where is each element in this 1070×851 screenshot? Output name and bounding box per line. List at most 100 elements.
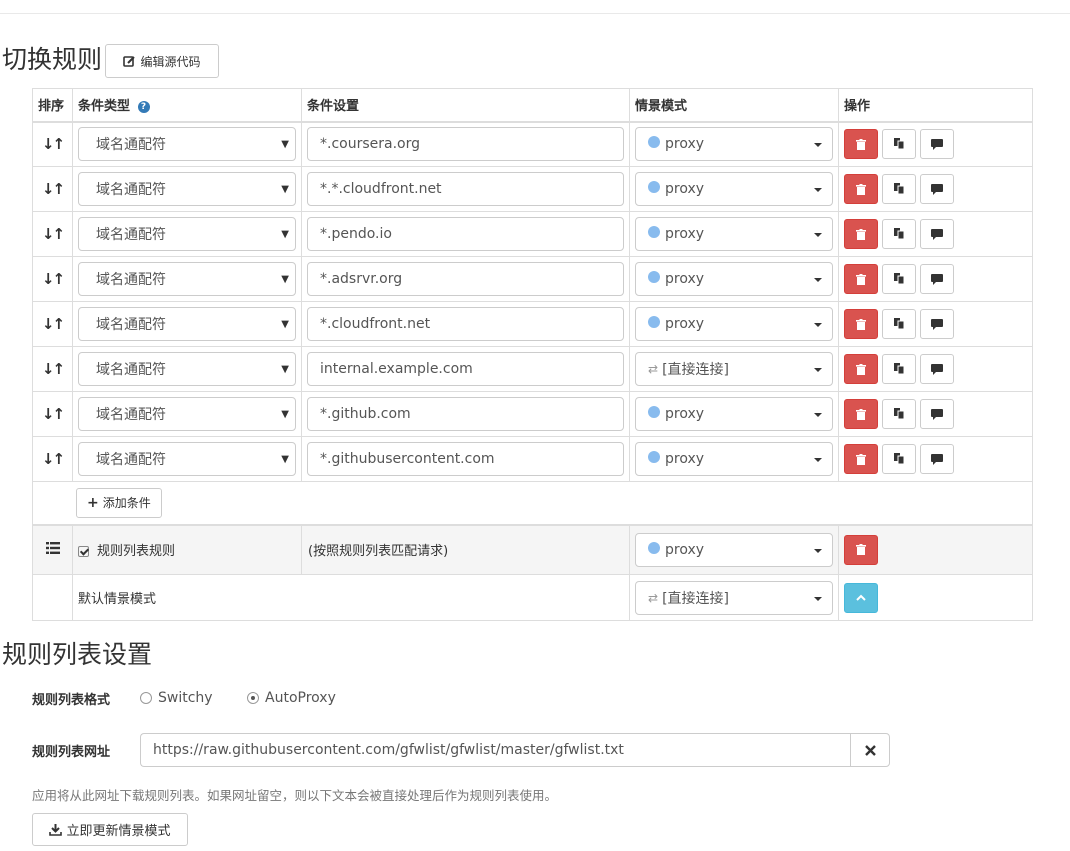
- rule-list-icon-cell: [32, 524, 73, 575]
- condition-pattern-input[interactable]: *.coursera.org: [307, 127, 624, 162]
- delete-condition-button[interactable]: [844, 444, 878, 474]
- switch-rules-title: 切换规则: [2, 45, 103, 74]
- delete-rule-list-button[interactable]: [844, 534, 878, 565]
- condition-pattern-input[interactable]: *.cloudfront.net: [307, 307, 624, 341]
- profile-select[interactable]: proxy: [635, 442, 833, 476]
- collapse-button[interactable]: [844, 582, 878, 613]
- condition-pattern-input[interactable]: *.pendo.io: [307, 217, 624, 251]
- condition-type-select[interactable]: 域名通配符 ▼: [78, 127, 296, 162]
- url-label: 规则列表网址: [32, 745, 111, 760]
- sort-handle-icon[interactable]: ↓↑: [42, 180, 65, 198]
- condition-type-select[interactable]: 域名通配符 ▼: [78, 442, 296, 476]
- delete-condition-button[interactable]: [844, 354, 878, 384]
- condition-type-select[interactable]: 域名通配符 ▼: [78, 172, 296, 206]
- clone-condition-button[interactable]: [882, 309, 916, 339]
- condition-pattern-input[interactable]: *.github.com: [307, 397, 624, 431]
- condition-type-select[interactable]: 域名通配符 ▼: [78, 352, 296, 386]
- delete-condition-button[interactable]: [844, 309, 878, 339]
- delete-condition-button[interactable]: [844, 174, 878, 204]
- default-profile-select[interactable]: ⇄ [直接连接]: [635, 580, 833, 615]
- sort-handle-icon[interactable]: ↓↑: [42, 225, 65, 243]
- copy-icon: [893, 228, 904, 240]
- rule-list-profile-select[interactable]: proxy: [635, 532, 833, 567]
- condition-pattern-input[interactable]: *.*.cloudfront.net: [307, 172, 624, 206]
- trash-icon: [856, 318, 866, 330]
- delete-condition-button[interactable]: [844, 399, 878, 429]
- globe-icon: [648, 541, 660, 554]
- note-condition-button[interactable]: [920, 354, 954, 384]
- table-row: ↓↑ 域名通配符 ▼ *.githubusercontent.com proxy: [32, 436, 1033, 482]
- note-condition-button[interactable]: [920, 219, 954, 249]
- note-condition-button[interactable]: [920, 444, 954, 474]
- update-profile-button[interactable]: 立即更新情景模式: [32, 813, 188, 846]
- comment-icon: [931, 318, 943, 330]
- clear-url-button[interactable]: [850, 733, 890, 767]
- format-option-switchy[interactable]: Switchy: [140, 690, 213, 706]
- radio-switchy[interactable]: [140, 692, 152, 704]
- profile-select[interactable]: proxy: [635, 172, 833, 206]
- header-actions: 操作: [838, 88, 1033, 123]
- profile-select[interactable]: ⇄ [直接连接]: [635, 352, 833, 386]
- copy-icon: [893, 363, 904, 375]
- condition-type-select[interactable]: 域名通配符 ▼: [78, 307, 296, 341]
- note-condition-button[interactable]: [920, 174, 954, 204]
- globe-icon: [648, 136, 660, 149]
- comment-icon: [931, 408, 943, 420]
- profile-select[interactable]: proxy: [635, 127, 833, 162]
- sort-handle-icon[interactable]: ↓↑: [42, 405, 65, 423]
- chevron-down-icon: [814, 143, 822, 148]
- sort-handle-icon[interactable]: ↓↑: [42, 450, 65, 468]
- copy-icon: [893, 273, 904, 285]
- rule-list-url-input[interactable]: https://raw.githubusercontent.com/gfwlis…: [140, 733, 850, 767]
- condition-pattern-input[interactable]: internal.example.com: [307, 352, 624, 386]
- condition-pattern-input[interactable]: *.adsrvr.org: [307, 262, 624, 296]
- close-icon: [864, 744, 876, 756]
- add-condition-button[interactable]: + 添加条件: [76, 487, 162, 518]
- condition-pattern-input[interactable]: *.githubusercontent.com: [307, 442, 624, 476]
- note-condition-button[interactable]: [920, 129, 954, 160]
- clone-condition-button[interactable]: [882, 444, 916, 474]
- clone-condition-button[interactable]: [882, 399, 916, 429]
- caret-down-icon: ▼: [281, 409, 289, 420]
- default-profile-label: 默认情景模式: [72, 574, 630, 621]
- condition-type-select[interactable]: 域名通配符 ▼: [78, 262, 296, 296]
- rule-list-checkbox-cell: 规则列表规则: [72, 524, 302, 575]
- clone-condition-button[interactable]: [882, 174, 916, 204]
- profile-select[interactable]: proxy: [635, 217, 833, 251]
- sort-handle-icon[interactable]: ↓↑: [42, 315, 65, 333]
- profile-select[interactable]: proxy: [635, 397, 833, 431]
- clone-condition-button[interactable]: [882, 354, 916, 384]
- help-icon[interactable]: ?: [137, 100, 150, 113]
- format-option-autoproxy[interactable]: AutoProxy: [247, 690, 336, 706]
- sort-handle-icon[interactable]: ↓↑: [42, 270, 65, 288]
- profile-select[interactable]: proxy: [635, 262, 833, 296]
- note-condition-button[interactable]: [920, 264, 954, 294]
- clone-condition-button[interactable]: [882, 264, 916, 294]
- clone-condition-button[interactable]: [882, 129, 916, 160]
- sort-handle-icon[interactable]: ↓↑: [42, 135, 65, 153]
- url-hint: 应用将从此网址下载规则列表。如果网址留空，则以下文本会被直接处理后作为规则列表使…: [32, 788, 558, 803]
- trash-icon: [856, 363, 866, 375]
- condition-type-select[interactable]: 域名通配符 ▼: [78, 397, 296, 431]
- note-condition-button[interactable]: [920, 399, 954, 429]
- clone-condition-button[interactable]: [882, 219, 916, 249]
- header-condition-type: 条件类型 ?: [72, 88, 302, 123]
- format-label: 规则列表格式: [32, 693, 111, 708]
- table-row: ↓↑ 域名通配符 ▼ *.cloudfront.net proxy: [32, 301, 1033, 347]
- globe-icon: [648, 316, 660, 328]
- note-condition-button[interactable]: [920, 309, 954, 339]
- chevron-down-icon: [814, 323, 822, 327]
- delete-condition-button[interactable]: [844, 219, 878, 249]
- edit-source-button[interactable]: 编辑源代码: [105, 44, 219, 78]
- profile-select[interactable]: proxy: [635, 307, 833, 341]
- condition-type-select[interactable]: 域名通配符 ▼: [78, 217, 296, 251]
- delete-condition-button[interactable]: [844, 264, 878, 294]
- table-row: ↓↑ 域名通配符 ▼ *.coursera.org proxy: [32, 121, 1033, 167]
- delete-condition-button[interactable]: [844, 129, 878, 160]
- sort-handle-icon[interactable]: ↓↑: [42, 360, 65, 378]
- radio-autoproxy[interactable]: [247, 692, 259, 704]
- caret-down-icon: ▼: [281, 139, 289, 151]
- copy-icon: [893, 453, 904, 465]
- caret-down-icon: ▼: [281, 229, 289, 240]
- rule-list-checkbox[interactable]: [78, 546, 89, 558]
